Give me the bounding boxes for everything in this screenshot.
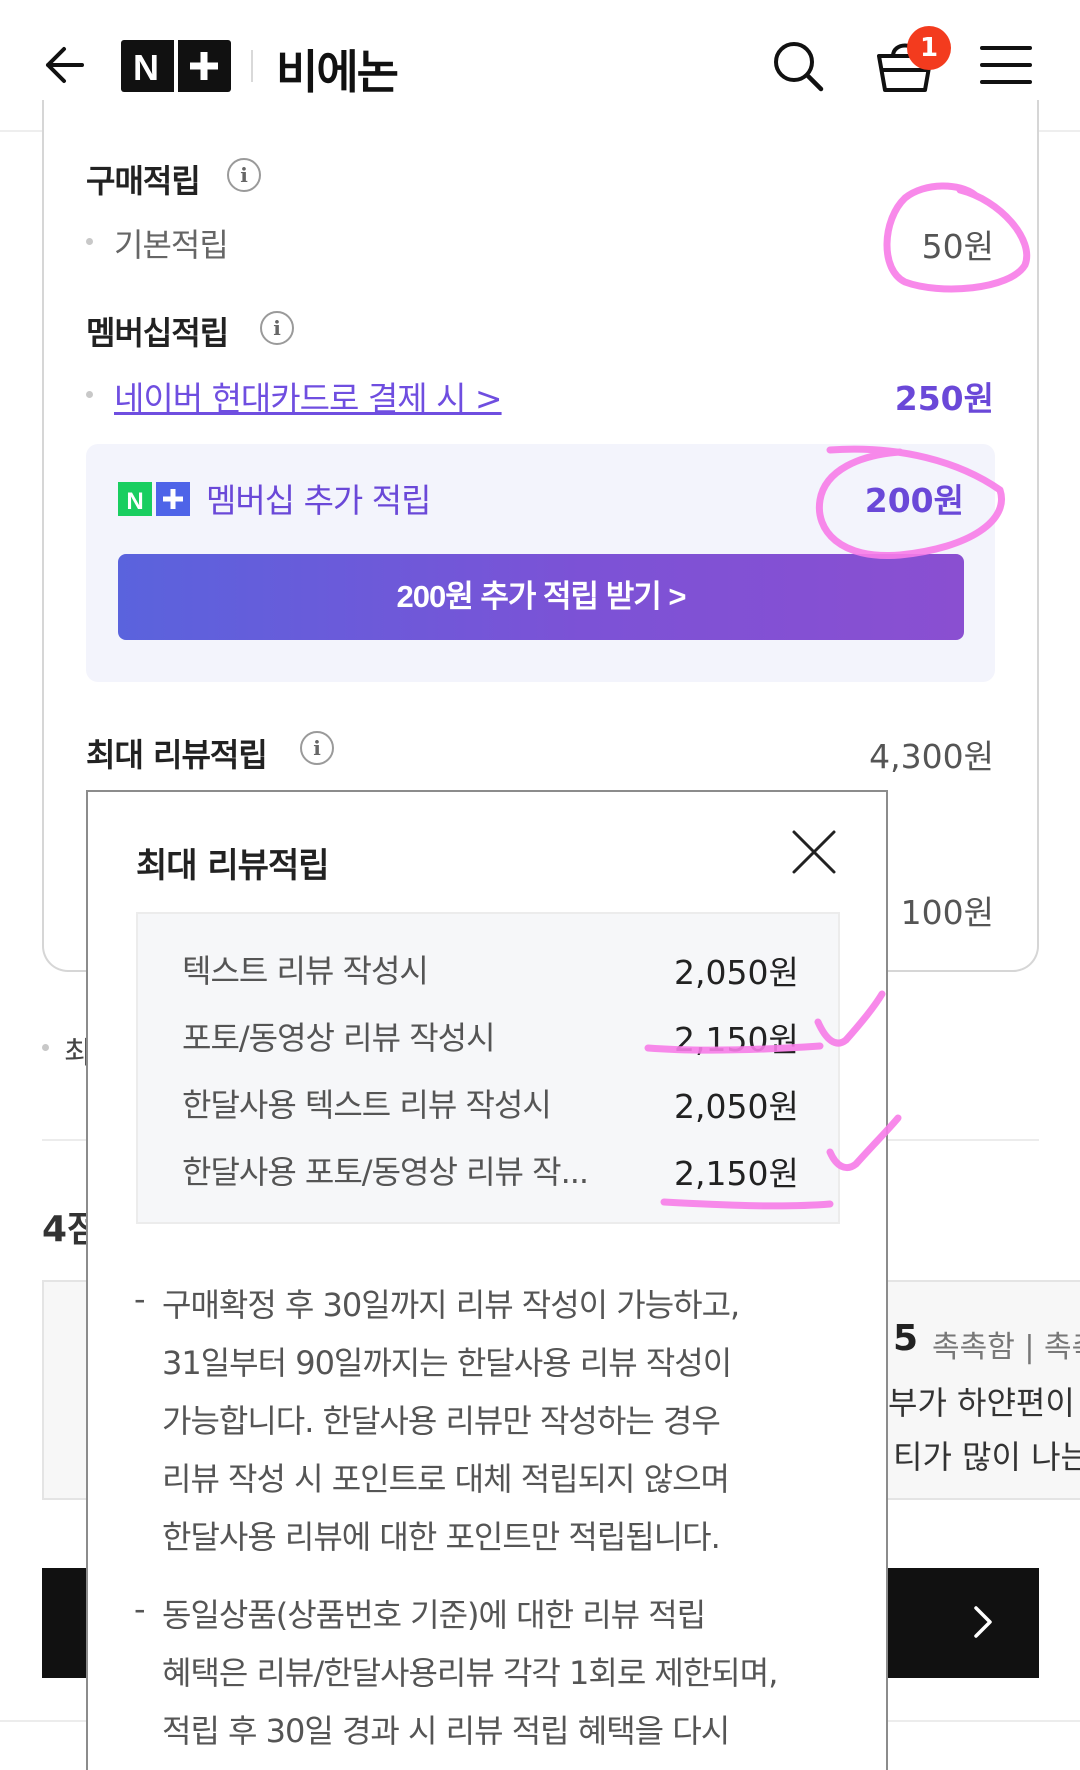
table-row-label: 한달사용 포토/동영상 리뷰 작... <box>182 1153 589 1191</box>
table-row-value: 2,050원 <box>674 953 799 992</box>
store-name[interactable]: 비에논 <box>276 36 399 102</box>
note-line: 리뷰 작성 시 포인트로 대체 적립되지 않으며 <box>162 1460 730 1498</box>
table-row-value: 2,150원 <box>674 1154 799 1193</box>
note-line: 동일상품(상품번호 기준)에 대한 리뷰 적립 <box>162 1596 706 1634</box>
search-icon[interactable] <box>770 38 826 94</box>
table-row-label: 한달사용 텍스트 리뷰 작성시 <box>182 1086 552 1124</box>
cart-count-badge: 1 <box>907 26 951 70</box>
popup-title: 최대 리뷰적립 <box>136 846 330 886</box>
table-row-label: 포토/동영상 리뷰 작성시 <box>182 1019 496 1057</box>
note-line: 적립 후 30일 경과 시 리뷰 적립 혜택을 다시 <box>162 1712 730 1750</box>
table-row-value: 2,150원 <box>674 1020 799 1059</box>
get-extra-points-button[interactable]: 200원 추가 적립 받기 > <box>118 554 964 640</box>
back-arrow-icon[interactable] <box>40 40 90 90</box>
note-line: 한달사용 리뷰에 대한 포인트만 적립됩니다. <box>162 1518 721 1556</box>
card-payment-value: 250원 <box>894 379 994 418</box>
review-score: 5 <box>893 1318 919 1359</box>
bullet-dot <box>86 391 93 398</box>
svg-text:N: N <box>133 47 159 88</box>
close-icon[interactable] <box>790 828 838 876</box>
max-review-points-title: 최대 리뷰적립 <box>86 736 268 774</box>
basic-points-label: 기본적립 <box>114 226 229 264</box>
info-icon[interactable]: i <box>300 731 334 765</box>
hamburger-menu-icon[interactable] <box>980 44 1032 86</box>
bullet-dot <box>42 1044 49 1051</box>
note-line: 가능합니다. 한달사용 리뷰만 작성하는 경우 <box>162 1402 721 1440</box>
note-line: 혜택은 리뷰/한달사용리뷰 각각 1회로 제한되며, <box>162 1654 778 1692</box>
card-payment-link[interactable]: 네이버 현대카드로 결제 시 > <box>114 372 503 420</box>
chevron-right-icon <box>974 1606 992 1638</box>
table-row-label: 텍스트 리뷰 작성시 <box>182 952 429 990</box>
naver-plus-green-logo-icon: N <box>118 482 190 516</box>
note-line: 받을 수 있습니다. <box>162 1762 390 1770</box>
review-tags: 촉촉함 | 촉촉 <box>932 1330 1080 1365</box>
membership-extra-title: 멤버십 추가 적립 <box>206 481 431 520</box>
review-text-line: 부가 하얀편이 <box>888 1384 1075 1422</box>
bullet-dot <box>86 238 93 245</box>
membership-extra-value: 200원 <box>864 481 964 520</box>
table-row-value: 2,050원 <box>674 1087 799 1126</box>
purchase-points-title: 구매적립 <box>86 162 201 200</box>
max-review-points-value: 4,300원 <box>869 737 994 776</box>
membership-points-title: 멤버십적립 <box>86 314 229 352</box>
svg-text:N: N <box>126 488 143 515</box>
note-line: 구매확정 후 30일까지 리뷰 작성이 가능하고, <box>162 1286 740 1324</box>
naver-plus-logo-icon[interactable]: N <box>121 40 231 92</box>
info-icon[interactable]: i <box>260 311 294 345</box>
note-dash: - <box>134 1280 146 1318</box>
review-text-line: 티가 많이 나는 <box>893 1438 1080 1476</box>
note-dash: - <box>134 1590 146 1628</box>
basic-points-value: 50원 <box>921 227 994 266</box>
note-line: 31일부터 90일까지는 한달사용 리뷰 작성이 <box>162 1344 732 1382</box>
brand-separator <box>251 50 253 82</box>
info-icon[interactable]: i <box>227 158 261 192</box>
